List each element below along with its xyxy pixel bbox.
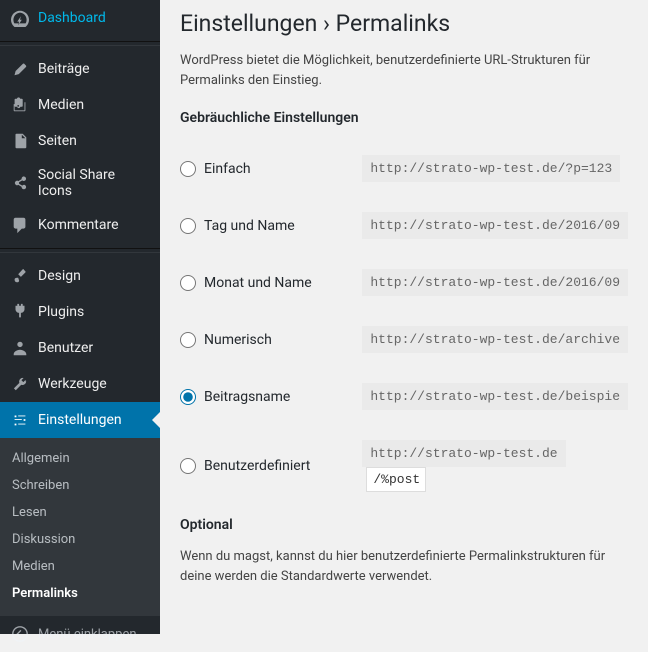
radio-plain[interactable] — [180, 161, 196, 177]
sidebar-item-posts[interactable]: Beiträge — [0, 51, 160, 87]
page-title: Einstellungen › Permalinks — [180, 10, 628, 37]
collapse-label: Menü einklappen — [38, 627, 137, 642]
sidebar-item-pages[interactable]: Seiten — [0, 123, 160, 159]
settings-submenu: Allgemein Schreiben Lesen Diskussion Med… — [0, 438, 160, 615]
example-numeric: http://strato-wp-test.de/archive — [362, 326, 628, 353]
sidebar-item-label: Social Share Icons — [38, 167, 152, 199]
pin-icon — [10, 59, 30, 79]
page-icon — [10, 131, 30, 151]
example-postname: http://strato-wp-test.de/beispie — [362, 383, 628, 410]
option-row-monthname: Monat und Name http://strato-wp-test.de/… — [180, 254, 628, 311]
sidebar-item-label: Beiträge — [38, 61, 90, 77]
sidebar-item-label: Seiten — [38, 133, 77, 149]
intro-text: WordPress bietet die Möglichkeit, benutz… — [180, 51, 628, 90]
collapse-icon — [10, 624, 30, 644]
common-settings-heading: Gebräuchliche Einstellungen — [180, 110, 628, 126]
share-icon — [10, 173, 30, 193]
example-dayname: http://strato-wp-test.de/2016/09 — [362, 212, 628, 239]
sidebar-item-label: Kommentare — [38, 217, 119, 233]
submenu-item-permalinks[interactable]: Permalinks — [0, 580, 160, 607]
optional-heading: Optional — [180, 517, 628, 533]
radio-custom[interactable] — [180, 458, 196, 474]
submenu-item-general[interactable]: Allgemein — [0, 445, 160, 472]
option-row-custom: Benutzerdefiniert http://strato-wp-test.… — [180, 425, 628, 507]
option-row-postname: Beitragsname http://strato-wp-test.de/be… — [180, 368, 628, 425]
comment-icon — [10, 215, 30, 235]
example-custom-base: http://strato-wp-test.de — [362, 440, 565, 467]
sidebar-item-label: Werkzeuge — [38, 376, 107, 392]
sidebar-item-appearance[interactable]: Design — [0, 258, 160, 294]
submenu-item-reading[interactable]: Lesen — [0, 499, 160, 526]
example-monthname: http://strato-wp-test.de/2016/09 — [362, 269, 628, 296]
option-row-numeric: Numerisch http://strato-wp-test.de/archi… — [180, 311, 628, 368]
sidebar-item-social[interactable]: Social Share Icons — [0, 159, 160, 207]
radio-dayname[interactable] — [180, 218, 196, 234]
option-label-postname[interactable]: Beitragsname — [180, 389, 352, 405]
admin-sidebar: Dashboard Beiträge Medien Seiten Social … — [0, 0, 160, 634]
wrench-icon — [10, 374, 30, 394]
option-label-numeric[interactable]: Numerisch — [180, 332, 352, 348]
sidebar-item-users[interactable]: Benutzer — [0, 330, 160, 366]
submenu-item-discussion[interactable]: Diskussion — [0, 526, 160, 553]
radio-postname[interactable] — [180, 389, 196, 405]
sidebar-item-tools[interactable]: Werkzeuge — [0, 366, 160, 402]
sidebar-item-dashboard[interactable]: Dashboard — [0, 0, 160, 36]
example-plain: http://strato-wp-test.de/?p=123 — [362, 155, 620, 182]
optional-text: Wenn du magst, kannst du hier benutzerde… — [180, 547, 628, 586]
menu-separator — [0, 41, 160, 46]
sidebar-item-media[interactable]: Medien — [0, 87, 160, 123]
sidebar-item-label: Plugins — [38, 304, 84, 320]
sidebar-item-settings[interactable]: Einstellungen — [0, 402, 160, 438]
sliders-icon — [10, 410, 30, 430]
custom-structure-input[interactable] — [366, 467, 426, 492]
option-row-plain: Einfach http://strato-wp-test.de/?p=123 — [180, 140, 628, 197]
option-label-dayname[interactable]: Tag und Name — [180, 218, 352, 234]
submenu-item-writing[interactable]: Schreiben — [0, 472, 160, 499]
dashboard-icon — [10, 8, 30, 28]
sidebar-item-comments[interactable]: Kommentare — [0, 207, 160, 243]
menu-separator — [0, 248, 160, 253]
sidebar-item-label: Medien — [38, 97, 84, 113]
option-label-monthname[interactable]: Monat und Name — [180, 275, 352, 291]
plug-icon — [10, 302, 30, 322]
sidebar-item-label: Benutzer — [38, 340, 93, 356]
media-icon — [10, 95, 30, 115]
option-label-plain[interactable]: Einfach — [180, 161, 352, 177]
option-label-custom[interactable]: Benutzerdefiniert — [180, 458, 352, 474]
radio-numeric[interactable] — [180, 332, 196, 348]
submenu-item-media[interactable]: Medien — [0, 553, 160, 580]
radio-monthname[interactable] — [180, 275, 196, 291]
user-icon — [10, 338, 30, 358]
sidebar-item-label: Einstellungen — [38, 412, 122, 428]
main-content: Einstellungen › Permalinks WordPress bie… — [160, 0, 648, 634]
permalink-options-table: Einfach http://strato-wp-test.de/?p=123 … — [180, 140, 628, 507]
sidebar-item-label: Design — [38, 268, 81, 284]
option-row-dayname: Tag und Name http://strato-wp-test.de/20… — [180, 197, 628, 254]
sidebar-item-label: Dashboard — [38, 10, 106, 26]
brush-icon — [10, 266, 30, 286]
sidebar-item-plugins[interactable]: Plugins — [0, 294, 160, 330]
